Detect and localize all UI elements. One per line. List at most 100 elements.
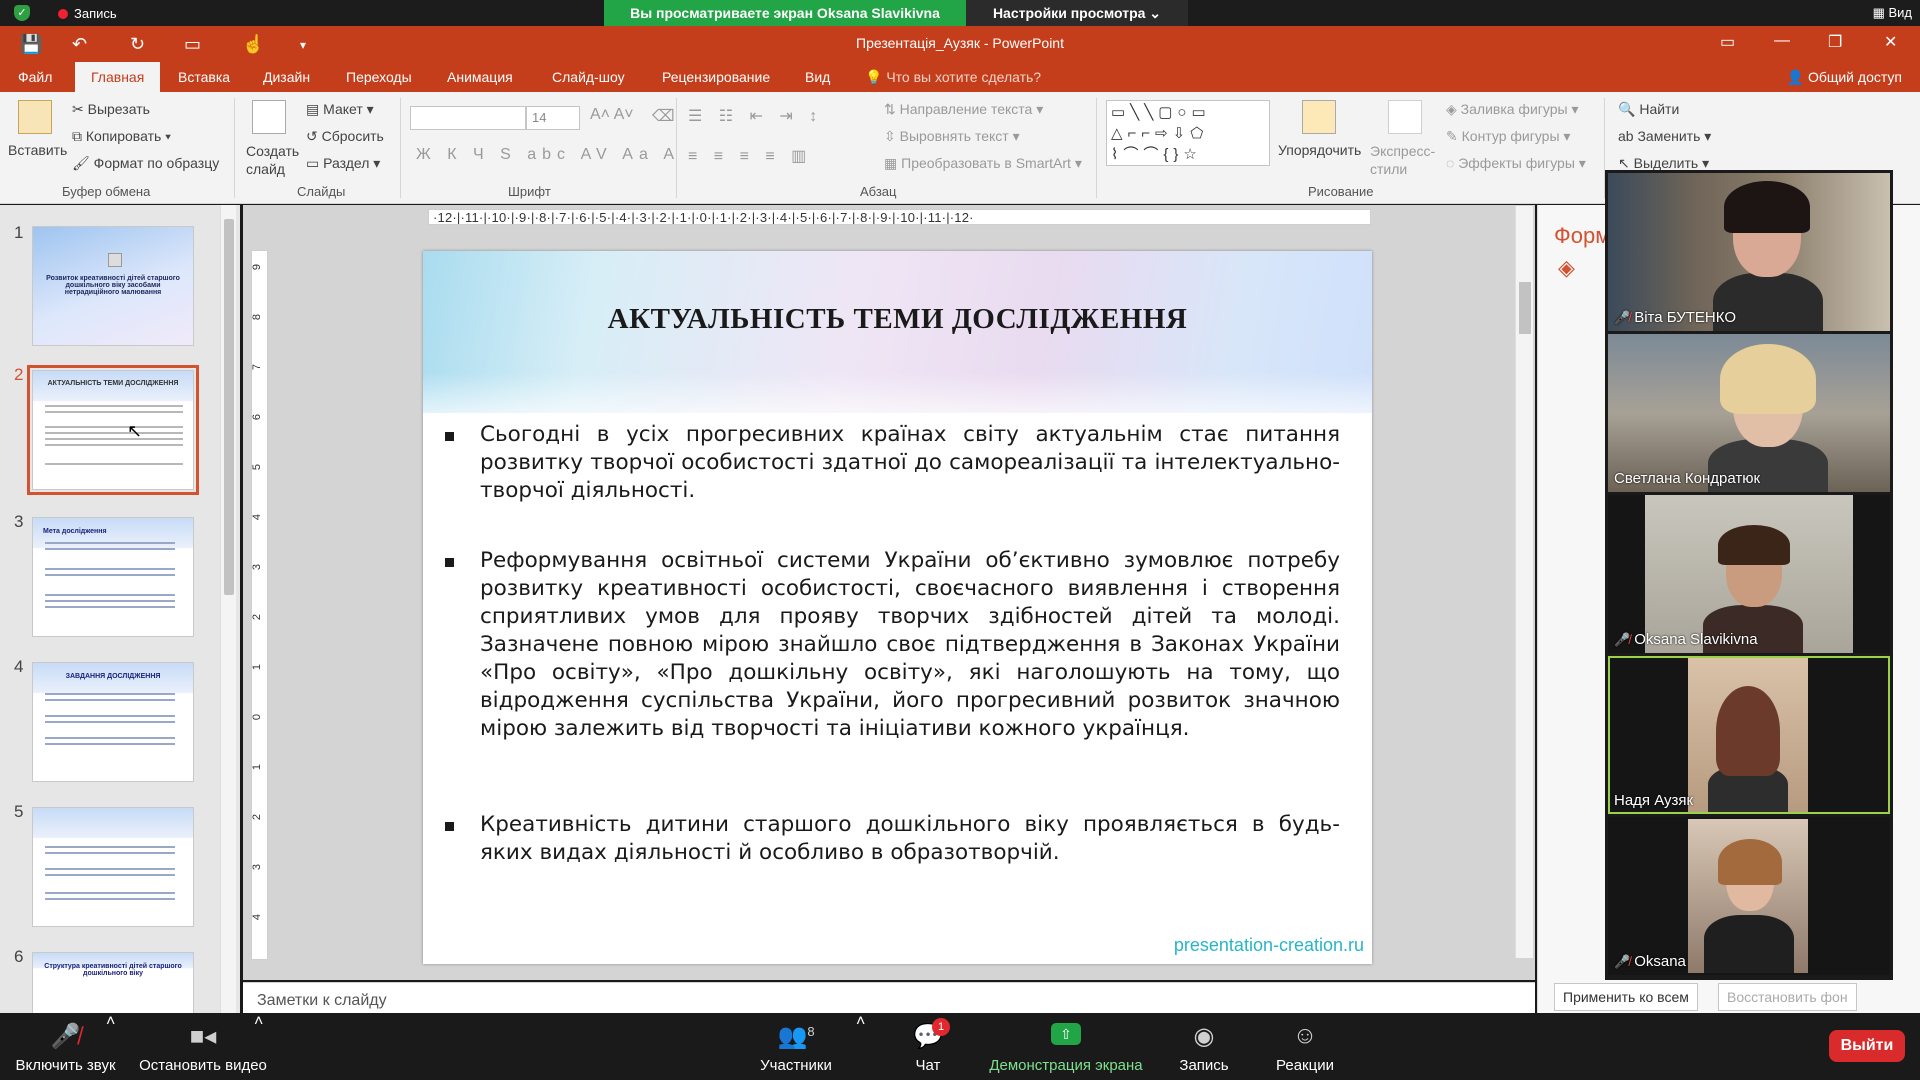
video-tile-3[interactable]: 🎤̸ Oksana Slavikivna — [1608, 495, 1890, 653]
new-slide-icon[interactable] — [252, 100, 286, 134]
smartart-icon: ▦ — [884, 155, 902, 171]
quick-styles-icon[interactable] — [1388, 100, 1422, 134]
paint-bucket-icon[interactable]: ◈ — [1558, 255, 1575, 281]
tab-review[interactable]: Рецензирование — [662, 69, 770, 85]
font-size-field[interactable]: 14 — [526, 106, 580, 130]
record-dot-icon — [58, 8, 68, 19]
ribbon-display-icon[interactable]: ▭ — [1720, 32, 1735, 52]
current-slide[interactable]: АКТУАЛЬНІСТЬ ТЕМИ ДОСЛІДЖЕННЯ Сьогодні в… — [423, 251, 1372, 964]
participant-name-tag: 🎤̸ Oksana Slavikivna — [1614, 631, 1758, 648]
thumb-text-line — [45, 426, 183, 428]
view-button[interactable]: ▦ Вид — [1873, 5, 1912, 21]
thumb-text-line — [45, 411, 183, 413]
tab-design[interactable]: Дизайн — [263, 69, 310, 85]
text-direction-button[interactable]: ⇅ Направление текста ▾ — [884, 101, 1043, 118]
scroll-thumb[interactable] — [224, 219, 234, 595]
share-button[interactable]: 👤 Общий доступ — [1787, 69, 1902, 86]
bullet-item: Реформування освітньої системи України о… — [445, 547, 1340, 743]
ribbon-separator — [1096, 98, 1097, 198]
notes-pane[interactable]: Заметки к слайду — [243, 982, 1535, 1013]
participants-chevron-icon[interactable]: ˄ — [856, 1013, 865, 1080]
recording-indicator[interactable]: Запись — [58, 6, 117, 21]
audio-options-chevron-icon[interactable]: ˄ — [106, 1013, 115, 1080]
layout-button[interactable]: ▤ Макет ▾ — [306, 101, 374, 118]
reactions-button[interactable]: ☺ Реакции — [1264, 1013, 1346, 1080]
align-buttons[interactable]: ≡ ≡ ≡ ≡ ▥ — [688, 146, 812, 166]
paste-button[interactable]: Вставить — [8, 142, 67, 158]
participants-button[interactable]: 👥8 Участники — [748, 1013, 844, 1080]
slide-thumbnail-3[interactable]: Мета дослідження — [32, 517, 194, 637]
clear-format-icon[interactable]: ⌫ — [652, 106, 675, 126]
slide-thumbnail-5[interactable] — [32, 807, 194, 927]
share-screen-button[interactable]: ⇧ Демонстрация экрана — [980, 1013, 1152, 1080]
thumb-text-line — [45, 444, 183, 446]
restore-icon[interactable]: ❐ — [1828, 32, 1842, 52]
slide-thumbnail-2[interactable]: АКТУАЛЬНІСТЬ ТЕМИ ДОСЛІДЖЕННЯ ↖ — [27, 365, 199, 495]
quick-styles-button[interactable]: Экспресс-стили — [1370, 142, 1440, 178]
tab-animations[interactable]: Анимация — [447, 69, 513, 85]
stop-video-button[interactable]: ■◂ Остановить видео — [134, 1013, 272, 1080]
smartart-button[interactable]: ▦ Преобразовать в SmartArt ▾ — [884, 155, 1082, 172]
slide-title[interactable]: АКТУАЛЬНІСТЬ ТЕМИ ДОСЛІДЖЕННЯ — [423, 303, 1372, 336]
font-name-field[interactable] — [410, 106, 526, 130]
share-arrow-icon: ⇧ — [1051, 1023, 1081, 1045]
thumb-text-line — [45, 693, 175, 695]
emblem-icon — [108, 253, 122, 267]
thumb-text-line — [45, 594, 175, 596]
replace-icon: ab — [1618, 128, 1638, 144]
tab-insert[interactable]: Вставка — [178, 69, 230, 85]
video-tile-5[interactable]: 🎤̸ Oksana — [1608, 817, 1890, 975]
shape-fill-button[interactable]: ◈ Заливка фигуры ▾ — [1446, 101, 1579, 118]
video-tile-1[interactable]: 🎤̸ Віта БУТЕНКО — [1608, 173, 1890, 331]
slide-thumbnail-6[interactable]: Структура креативності дітей старшого до… — [32, 952, 194, 1013]
find-button[interactable]: 🔍 Найти — [1618, 101, 1679, 118]
tab-view[interactable]: Вид — [805, 69, 830, 85]
video-tile-4[interactable]: Надя Аузяк — [1608, 656, 1890, 814]
bullet-square-icon — [445, 432, 454, 441]
grow-font-icon[interactable]: A˄ A˅ — [590, 106, 634, 124]
scroll-thumb[interactable] — [1519, 282, 1531, 334]
copy-button[interactable]: ⧉ Копировать ▾ — [72, 128, 171, 145]
section-button[interactable]: ▭ Раздел ▾ — [306, 155, 380, 172]
shape-effects-button[interactable]: ◌ Эффекты фигуры ▾ — [1446, 155, 1586, 172]
tab-file[interactable]: Файл — [18, 69, 52, 85]
video-tile-2[interactable]: Светлана Кондратюк — [1608, 334, 1890, 492]
record-button[interactable]: ◉ Запись — [1168, 1013, 1240, 1080]
tab-slideshow[interactable]: Слайд-шоу — [552, 69, 625, 85]
chat-button[interactable]: 💬 1 Чат — [900, 1013, 956, 1080]
format-painter-button[interactable]: 🖌 Формат по образцу — [72, 155, 219, 172]
close-icon[interactable]: ✕ — [1884, 32, 1897, 52]
list-buttons[interactable]: ☰ ☷ ⇤ ⇥ ↕ — [688, 106, 823, 126]
view-options-button[interactable]: Настройки просмотра ⌄ — [966, 0, 1188, 26]
horizontal-ruler: ·12·|·11·|·10·|·9·|·8·|·7·|·6·|·5·|·4·|·… — [428, 209, 1371, 225]
tab-transitions[interactable]: Переходы — [346, 69, 412, 85]
tab-home[interactable]: Главная — [75, 62, 161, 92]
align-text-button[interactable]: ⇳ Выровнять текст ▾ — [884, 128, 1020, 145]
video-options-chevron-icon[interactable]: ˄ — [254, 1013, 263, 1080]
reset-background-button[interactable]: Восстановить фон — [1718, 983, 1857, 1011]
canvas-scrollbar[interactable] — [1515, 206, 1533, 958]
slide-thumbnail-1[interactable]: Розвиток креативності дітей старшого дош… — [32, 226, 194, 346]
tell-me-box[interactable]: 💡 Что вы хотите сделать? — [865, 69, 1041, 86]
reset-button[interactable]: ↺ Сбросить — [306, 128, 384, 145]
new-slide-button[interactable]: Создать слайд — [246, 142, 299, 178]
shape-outline-button[interactable]: ✎ Контур фигуры ▾ — [1446, 128, 1570, 145]
font-style-buttons[interactable]: Ж К Ч S abc AV Aa A — [416, 146, 680, 164]
hair-shape — [1720, 344, 1816, 414]
shapes-gallery[interactable]: ▭╲╲▢○▭ △⌐⌐⇨⇩⬠ ⌇⌒⌒{}☆ — [1106, 100, 1270, 166]
thumbnails-scrollbar[interactable] — [220, 205, 236, 1013]
minimize-icon[interactable]: — — [1774, 32, 1790, 50]
layout-icon: ▤ — [306, 101, 324, 117]
security-shield-icon[interactable]: ✓ — [14, 5, 30, 21]
arrange-icon[interactable] — [1302, 100, 1336, 134]
hair-shape — [1716, 686, 1780, 776]
replace-button[interactable]: ab Заменить ▾ — [1618, 128, 1711, 145]
arrange-button[interactable]: Упорядочить — [1278, 142, 1361, 158]
participant-name-tag: Светлана Кондратюк — [1614, 470, 1760, 487]
cut-button[interactable]: ✂ Вырезать — [72, 101, 150, 118]
leave-meeting-button[interactable]: Выйти — [1829, 1030, 1905, 1062]
paste-icon[interactable] — [18, 100, 52, 134]
thumb-text-line — [45, 737, 175, 739]
slide-thumbnail-4[interactable]: ЗАВДАННЯ ДОСЛІДЖЕННЯ — [32, 662, 194, 782]
apply-to-all-button[interactable]: Применить ко всем — [1554, 983, 1698, 1011]
